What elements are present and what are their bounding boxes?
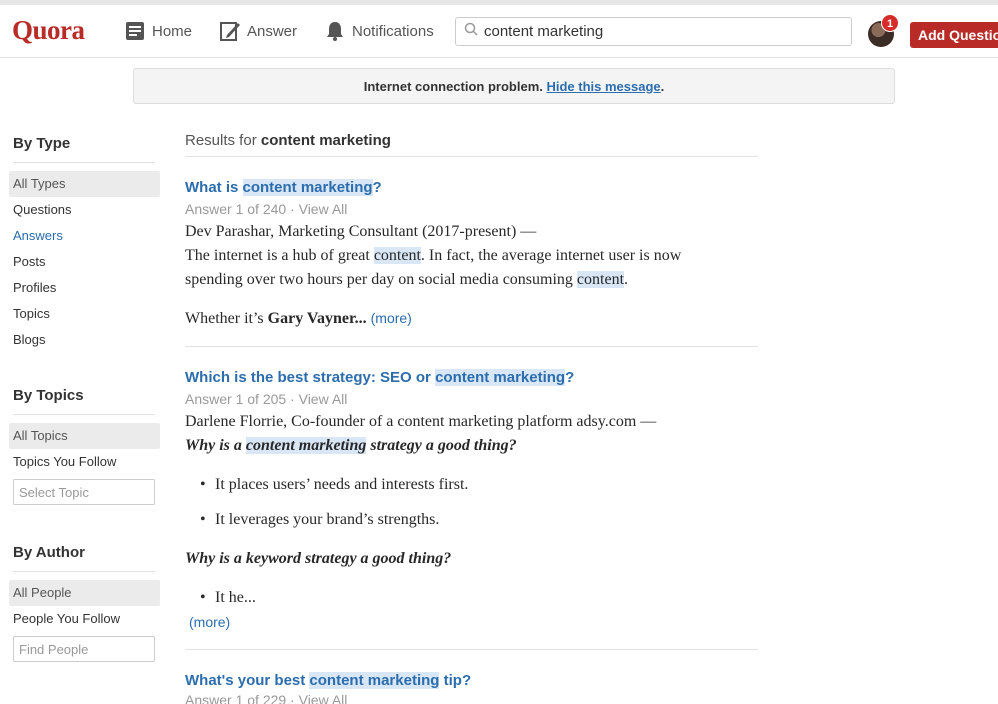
answer-text: Whether it’s Gary Vayner... (more) xyxy=(185,310,412,328)
divider xyxy=(13,162,155,163)
title-text: What's your best xyxy=(185,672,310,689)
title-text: ? xyxy=(565,369,575,386)
by-type-heading: By Type xyxy=(13,135,71,152)
text: The internet is a hub of great xyxy=(185,247,374,264)
title-text: Which is the best strategy: SEO or xyxy=(185,369,436,386)
list-item-text: It leverages your brand’s strengths. xyxy=(215,511,440,528)
filter-blogs[interactable]: Blogs xyxy=(9,327,160,353)
answer-meta[interactable]: Answer 1 of 240 · View All xyxy=(185,201,347,217)
highlight: content marketing xyxy=(309,672,440,689)
search-icon xyxy=(464,22,478,41)
highlight: content xyxy=(576,271,625,288)
answer-subheading: Why is a keyword strategy a good thing? xyxy=(185,550,451,568)
divider xyxy=(185,156,758,157)
banner-text: Internet connection problem. xyxy=(363,79,543,94)
highlight: content marketing xyxy=(242,179,373,196)
answer-subheading: Why is a content marketing strategy a go… xyxy=(185,437,517,455)
notification-badge: 1 xyxy=(881,14,899,32)
answer-author[interactable]: Darlene Florrie, Co-founder of a content… xyxy=(185,413,656,431)
answer-meta[interactable]: Answer 1 of 205 · View All xyxy=(185,391,347,407)
title-text: ? xyxy=(372,179,382,196)
filter-answers[interactable]: Answers xyxy=(9,223,160,249)
nav-home-label: Home xyxy=(152,22,193,40)
connection-banner: Internet connection problem. Hide this m… xyxy=(133,68,895,104)
pencil-icon xyxy=(219,20,241,42)
result-title[interactable]: What's your best content marketing tip? xyxy=(185,672,471,689)
more-link[interactable]: (more) xyxy=(371,310,412,326)
answer-text: The internet is a hub of great content. … xyxy=(185,247,681,265)
highlight: content marketing xyxy=(245,437,367,454)
list-item: It he... xyxy=(200,589,256,607)
nav-notifications[interactable]: Notifications xyxy=(324,17,434,45)
results-heading: Results for content marketing xyxy=(185,132,391,149)
results-query: content marketing xyxy=(260,132,391,149)
hide-message-link[interactable]: Hide this message xyxy=(546,79,660,94)
filter-topics-you-follow[interactable]: Topics You Follow xyxy=(9,449,160,475)
by-author-heading: By Author xyxy=(13,544,85,561)
filter-all-people[interactable]: All People xyxy=(9,580,160,606)
filter-people-you-follow[interactable]: People You Follow xyxy=(9,606,160,632)
nav-home[interactable]: Home xyxy=(124,17,192,45)
answer-author[interactable]: Dev Parashar, Marketing Consultant (2017… xyxy=(185,223,536,241)
highlight: content marketing xyxy=(435,369,566,386)
filter-posts[interactable]: Posts xyxy=(9,249,160,275)
divider xyxy=(13,414,155,415)
title-text: What is xyxy=(185,179,243,196)
nav-notifications-label: Notifications xyxy=(352,22,434,40)
search-box[interactable] xyxy=(455,17,852,46)
bold-text: Gary Vayner... xyxy=(267,310,367,327)
text: Why is a xyxy=(185,437,246,454)
more-link[interactable]: (more) xyxy=(189,614,230,630)
banner-suffix: . xyxy=(660,79,665,94)
list-item-text: It places users’ needs and interests fir… xyxy=(215,476,469,493)
list-item: It places users’ needs and interests fir… xyxy=(200,476,468,494)
filter-all-topics[interactable]: All Topics xyxy=(9,423,160,449)
highlight: content xyxy=(373,247,421,264)
text: . In fact, the average internet user is … xyxy=(420,247,682,264)
home-icon xyxy=(124,20,146,42)
text: . xyxy=(624,271,629,288)
answer-text: spending over two hours per day on socia… xyxy=(185,271,628,289)
result-title[interactable]: Which is the best strategy: SEO or conte… xyxy=(185,369,574,386)
text: Whether it’s xyxy=(185,310,268,327)
title-text: tip? xyxy=(439,672,472,689)
result-title[interactable]: What is content marketing? xyxy=(185,179,382,196)
select-topic-input[interactable] xyxy=(13,479,155,505)
list-item-text: It he... xyxy=(215,589,256,606)
find-people-input[interactable] xyxy=(13,636,155,662)
subheading-text: Why is a keyword strategy a good thing? xyxy=(185,550,452,567)
divider xyxy=(185,346,758,347)
bell-icon xyxy=(324,20,346,42)
search-input[interactable] xyxy=(484,23,844,40)
divider xyxy=(13,571,155,572)
nav-answer-label: Answer xyxy=(247,22,298,40)
filter-profiles[interactable]: Profiles xyxy=(9,275,160,301)
add-question-button[interactable]: Add Question xyxy=(910,22,998,48)
text: spending over two hours per day on socia… xyxy=(185,271,577,288)
results-label: Results for xyxy=(185,132,257,149)
filter-topics[interactable]: Topics xyxy=(9,301,160,327)
quora-logo[interactable]: Quora xyxy=(12,15,85,46)
list-item: It leverages your brand’s strengths. xyxy=(200,511,439,529)
top-header: Quora Home Answer Notifications 1 Add Qu… xyxy=(0,0,998,58)
by-topics-heading: By Topics xyxy=(13,387,84,404)
answer-meta[interactable]: Answer 1 of 229 · View All xyxy=(185,692,347,704)
filter-all-types[interactable]: All Types xyxy=(9,171,160,197)
nav-answer[interactable]: Answer xyxy=(219,17,297,45)
filter-questions[interactable]: Questions xyxy=(9,197,160,223)
divider xyxy=(185,649,758,650)
text: strategy a good thing? xyxy=(366,437,517,454)
